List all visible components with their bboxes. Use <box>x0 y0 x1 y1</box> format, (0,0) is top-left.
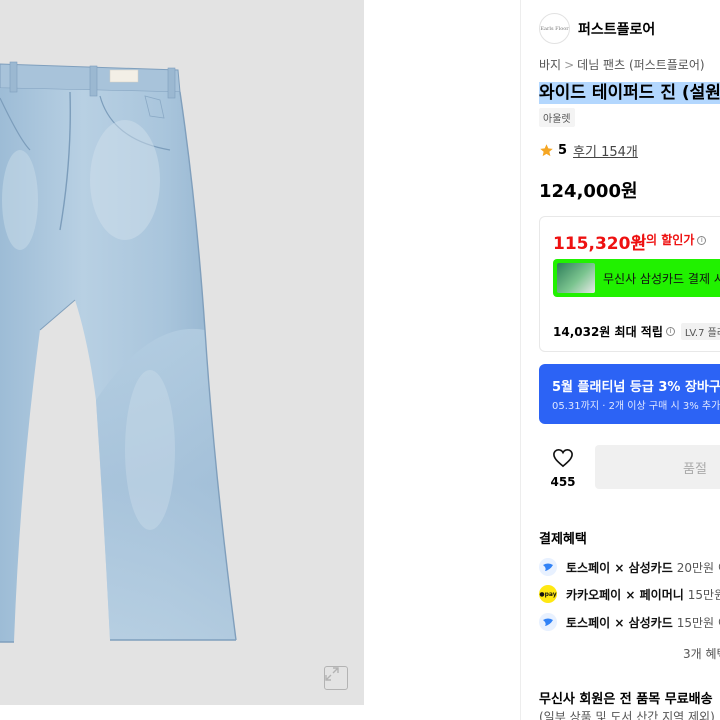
payment-row-name: 토스페이 × 삼성카드 <box>566 560 673 575</box>
breadcrumb: 바지 > 데님 팬츠 (퍼스트플로어) <box>539 56 720 73</box>
product-title: 와이드 테이퍼드 진 (설원) <box>539 78 720 104</box>
brand-name[interactable]: 퍼스트플로어 <box>578 19 655 39</box>
level-badge: LV.7 플래티넘 <box>680 323 720 340</box>
expand-image-button[interactable] <box>324 666 348 690</box>
points: 14,032원 최대 적립 i LV.7 플래티넘 <box>553 323 720 340</box>
payment-row[interactable]: 토스페이 × 삼성카드 15만원 이상 결제 시 <box>539 612 720 632</box>
breadcrumb-item-category[interactable]: 바지 <box>539 58 561 72</box>
heart-icon <box>553 448 573 468</box>
expand-icon <box>325 667 339 681</box>
card-image <box>557 263 595 293</box>
payment-row[interactable]: ●pay 카카오페이 × 페이머니 15만원 이상 결제 시 <box>539 584 720 604</box>
discount-box: 115,320원 나의 할인가i 무신사 삼성카드 결제 시 추가 14,032… <box>539 216 720 352</box>
card-benefit-text: 무신사 삼성카드 결제 시 추가 <box>603 271 720 286</box>
rating: 5 후기 154개 <box>539 141 720 160</box>
reviews-link[interactable]: 후기 154개 <box>573 141 638 160</box>
discount-label[interactable]: 나의 할인가 i <box>635 231 707 248</box>
toss-pay-icon <box>539 558 557 576</box>
product-image[interactable] <box>0 0 364 705</box>
kakao-pay-icon: ●pay <box>539 585 557 603</box>
breadcrumb-item-subcategory[interactable]: 데님 팬츠 (퍼스트플로어) <box>577 58 704 72</box>
payment-benefits-title: 결제혜택 <box>539 532 587 547</box>
payment-row-detail: 15만원 이상 결제 시 <box>687 587 720 602</box>
rating-score: 5 <box>558 143 568 158</box>
discount-price: 115,320원 <box>553 234 647 254</box>
brand-logo[interactable]: Earls Floor <box>539 13 570 44</box>
payment-row-detail: 20만원 이상 결제 시 <box>676 560 720 575</box>
soldout-button[interactable]: 품절 <box>595 445 720 489</box>
breadcrumb-separator: > <box>564 58 575 72</box>
toss-pay-icon <box>539 613 557 631</box>
promo-title: 5월 플래티넘 등급 3% 장바구니 쿠폰 <box>552 380 720 395</box>
payment-row-name: 카카오페이 × 페이머니 <box>566 587 684 602</box>
shipping-title: 무신사 회원은 전 품목 무료배송 <box>539 692 713 707</box>
promo-subtitle: 05.31까지 · 2개 이상 구매 시 3% 추가 할인 <box>552 401 720 412</box>
shipping-subtitle: (일부 상품 및 도서 산간 지역 제외) <box>539 710 715 720</box>
star-icon <box>540 144 553 157</box>
payment-row-name: 토스페이 × 삼성카드 <box>566 615 673 630</box>
card-benefit-banner[interactable]: 무신사 삼성카드 결제 시 추가 <box>553 259 720 297</box>
points-text: 14,032원 최대 적립 <box>553 325 663 339</box>
payment-row-detail: 15만원 이상 결제 시 <box>676 615 720 630</box>
more-benefits-link[interactable]: 3개 혜택 더보기 <box>683 645 720 662</box>
original-price: 124,000원 <box>539 181 638 202</box>
product-info-panel: Earls Floor 퍼스트플로어 바지 > 데님 팬츠 (퍼스트플로어) 와이드… <box>520 0 720 720</box>
like-button[interactable]: 455 <box>539 448 587 489</box>
outlet-tag: 아울렛 <box>539 108 575 127</box>
payment-row[interactable]: 토스페이 × 삼성카드 20만원 이상 결제 시 <box>539 557 720 577</box>
like-count: 455 <box>550 475 576 489</box>
info-icon[interactable]: i <box>697 236 707 245</box>
points-info-icon[interactable]: i <box>665 327 675 336</box>
coupon-promo-banner[interactable]: 5월 플래티넘 등급 3% 장바구니 쿠폰 05.31까지 · 2개 이상 구매… <box>539 364 720 424</box>
jeans-image <box>0 61 237 643</box>
